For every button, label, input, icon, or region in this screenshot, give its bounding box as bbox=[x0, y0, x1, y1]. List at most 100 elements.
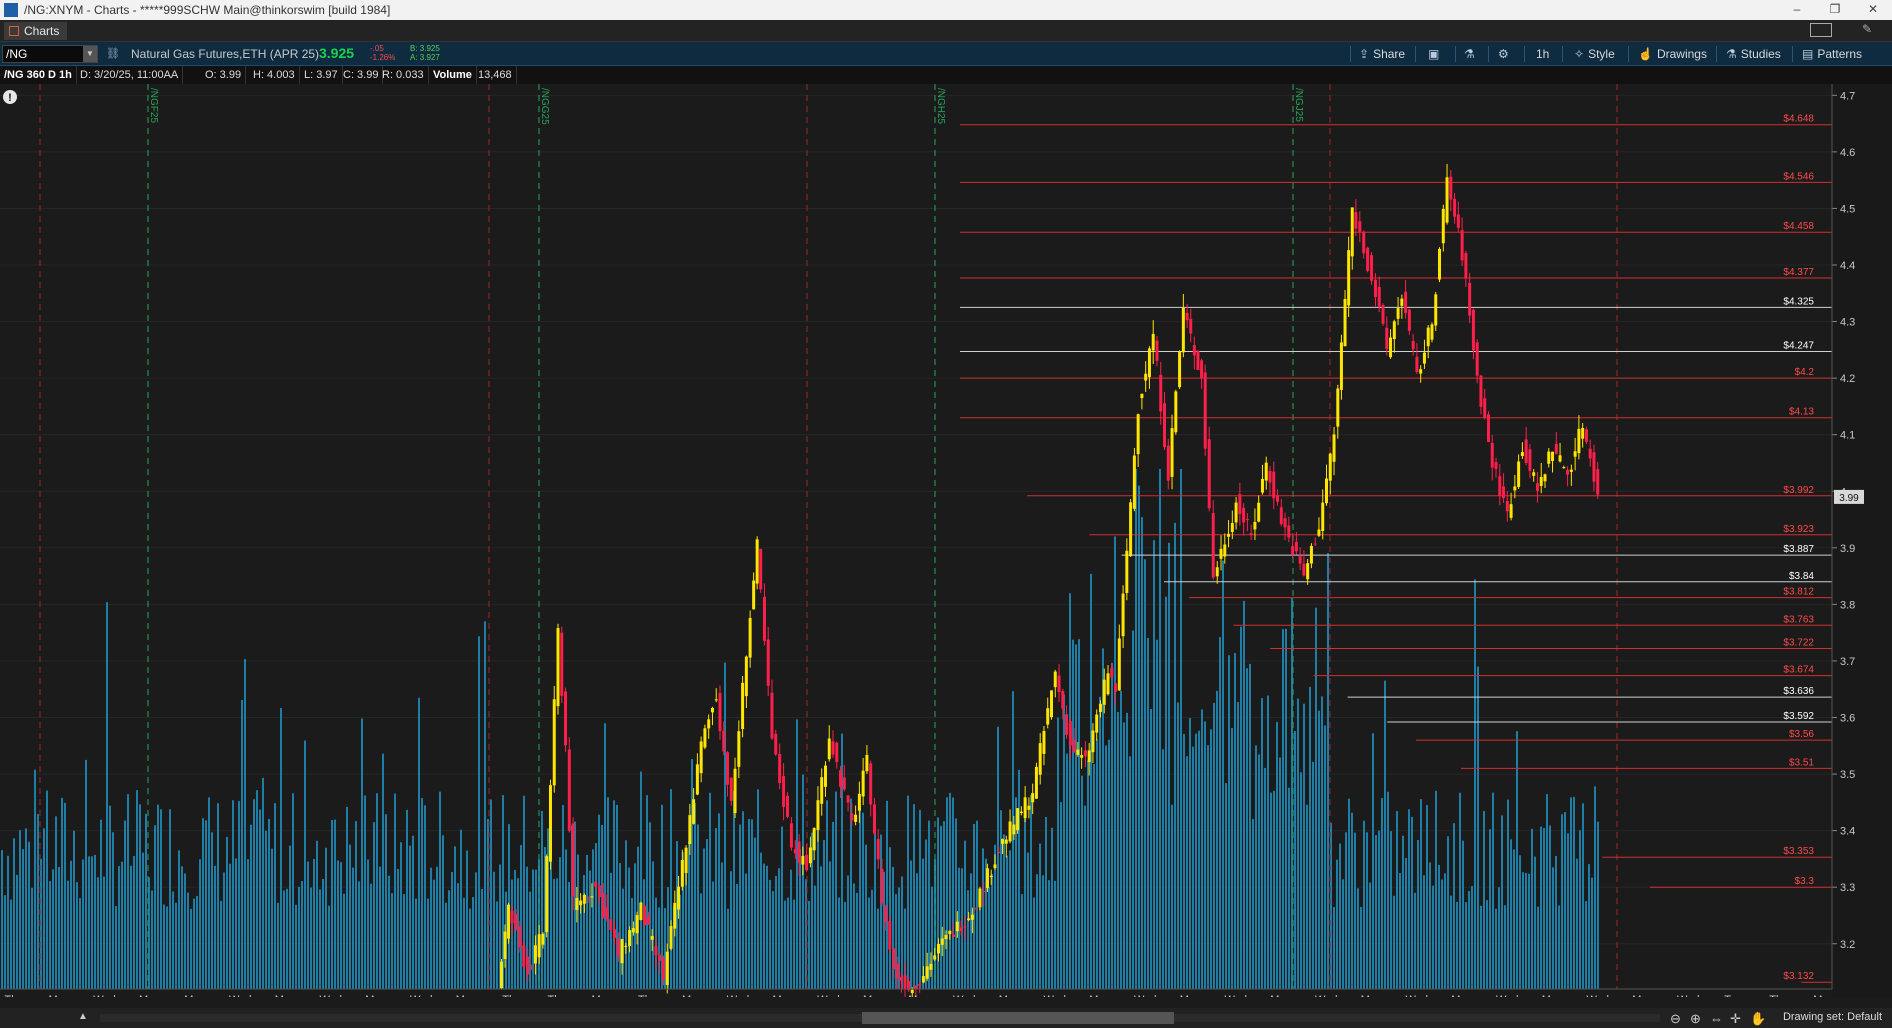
candle-body bbox=[609, 919, 613, 931]
bar-date: D: 3/20/25, 11:00AA bbox=[76, 66, 184, 84]
volume-bar bbox=[1114, 536, 1116, 989]
volume-bar bbox=[103, 876, 105, 989]
timeframe-button[interactable]: 1h bbox=[1536, 45, 1549, 63]
tab-charts[interactable]: Charts bbox=[4, 22, 68, 40]
candle-body bbox=[510, 910, 514, 924]
candle-body bbox=[1535, 483, 1539, 491]
camera-button[interactable]: ▣ bbox=[1428, 45, 1443, 63]
candle-body bbox=[503, 931, 507, 960]
volume-bar bbox=[553, 878, 555, 989]
settings-button[interactable]: ⚙ bbox=[1498, 45, 1513, 63]
candle-body bbox=[1468, 282, 1472, 316]
volume-bar bbox=[832, 821, 834, 989]
candle-body bbox=[857, 793, 861, 811]
minimize-button[interactable]: – bbox=[1778, 0, 1816, 20]
price-chart[interactable]: /NGF25/NGG25/NGH25/NGJ25 $4.648 $4.546 $4.… bbox=[0, 84, 1892, 997]
symbol-input[interactable]: /NG ▼ bbox=[2, 45, 98, 63]
volume-bar bbox=[691, 758, 693, 989]
volume-bar bbox=[25, 828, 27, 989]
candle-body bbox=[597, 885, 601, 898]
volume-bar bbox=[1309, 686, 1311, 989]
candle-body bbox=[1242, 507, 1246, 523]
zoom-in-icon[interactable]: ⊕ bbox=[1690, 1011, 1701, 1027]
volume-bar bbox=[1375, 835, 1377, 989]
volume-bar bbox=[1036, 874, 1038, 989]
candle-body bbox=[1588, 448, 1592, 459]
candle-body bbox=[789, 823, 793, 848]
volume-bar bbox=[241, 699, 243, 989]
candle-body bbox=[1245, 519, 1249, 521]
time-scrollbar-thumb[interactable] bbox=[862, 1012, 1174, 1024]
volume-bar bbox=[187, 892, 189, 989]
patterns-button[interactable]: ▤ Patterns bbox=[1802, 45, 1862, 63]
volume-bar bbox=[433, 879, 435, 989]
volume-bar bbox=[886, 800, 888, 989]
tab-label: Charts bbox=[24, 24, 60, 38]
volume-value: 13,468 bbox=[474, 66, 517, 84]
chevron-down-icon[interactable]: ▼ bbox=[83, 46, 97, 62]
volume-bar bbox=[940, 825, 942, 989]
volume-bar bbox=[268, 818, 270, 989]
volume-bar bbox=[19, 830, 21, 989]
candle-body bbox=[1196, 350, 1200, 370]
volume-bar bbox=[127, 794, 129, 989]
x-tick-label: Wed bbox=[1134, 994, 1156, 997]
volume-bar bbox=[643, 879, 645, 989]
candle-body bbox=[514, 913, 518, 930]
candle-body bbox=[989, 875, 993, 878]
crosshair-icon[interactable]: ✛ bbox=[1730, 1011, 1741, 1027]
volume-bar bbox=[670, 789, 672, 989]
candle-body bbox=[722, 730, 726, 752]
link-icon[interactable]: ⛓ bbox=[106, 46, 120, 62]
style-button[interactable]: ✧ Style bbox=[1574, 45, 1615, 63]
volume-bar bbox=[880, 834, 882, 989]
volume-bar bbox=[592, 849, 594, 989]
layout-icon[interactable] bbox=[1810, 23, 1832, 37]
pin-icon[interactable]: ✎ bbox=[1862, 22, 1872, 36]
expiration-label: /NGJ25 bbox=[1293, 88, 1304, 122]
volume-bar bbox=[22, 849, 24, 989]
volume-bar bbox=[175, 902, 177, 989]
expand-up-icon[interactable]: ▲ bbox=[78, 1011, 88, 1022]
drawings-button[interactable]: ☝ Drawings bbox=[1638, 45, 1707, 63]
zoom-out-icon[interactable]: ⊖ bbox=[1670, 1011, 1681, 1027]
maximize-button[interactable]: ❐ bbox=[1816, 0, 1854, 20]
candle-body bbox=[1494, 462, 1498, 469]
volume-bar bbox=[1258, 754, 1260, 989]
candle-body bbox=[997, 851, 1001, 853]
volume-bar bbox=[1174, 522, 1176, 989]
candle-body bbox=[1354, 212, 1358, 229]
volume-bar bbox=[784, 900, 786, 989]
volume-bar bbox=[1237, 702, 1239, 989]
volume-bar bbox=[472, 897, 474, 989]
volume-bar bbox=[16, 874, 18, 989]
candle-body bbox=[677, 886, 681, 910]
candle-body bbox=[1151, 333, 1155, 351]
flask-button[interactable]: ⚗ bbox=[1464, 45, 1479, 63]
candle-body bbox=[522, 945, 526, 967]
drawing-set-label[interactable]: Drawing set: Default bbox=[1783, 1011, 1882, 1023]
share-button[interactable]: ⇪ Share bbox=[1359, 45, 1405, 63]
volume-bar bbox=[1171, 804, 1173, 989]
volume-bar bbox=[1552, 867, 1554, 989]
pan-icon[interactable]: ✋ bbox=[1750, 1011, 1766, 1027]
close-button[interactable]: ✕ bbox=[1854, 0, 1892, 20]
volume-bar bbox=[916, 873, 918, 989]
fit-icon[interactable]: ⇔ bbox=[1710, 1011, 1723, 1026]
candle-body bbox=[801, 855, 805, 865]
volume-bar bbox=[328, 905, 330, 989]
volume-bar bbox=[130, 865, 132, 989]
volume-bar bbox=[1438, 864, 1440, 989]
candle-body bbox=[733, 768, 737, 814]
candle-body bbox=[1072, 739, 1076, 753]
aggregation-label[interactable]: /NG 360 D 1h bbox=[0, 66, 77, 84]
volume-bar bbox=[61, 797, 63, 989]
volume-bar bbox=[208, 797, 210, 989]
volume-bar bbox=[283, 890, 285, 989]
divider bbox=[1792, 46, 1793, 62]
candle-body bbox=[616, 938, 620, 957]
studies-button[interactable]: ⚗ Studies bbox=[1726, 45, 1781, 63]
candle-body bbox=[631, 928, 635, 933]
volume-bar bbox=[364, 795, 366, 989]
volume-bar bbox=[850, 798, 852, 989]
